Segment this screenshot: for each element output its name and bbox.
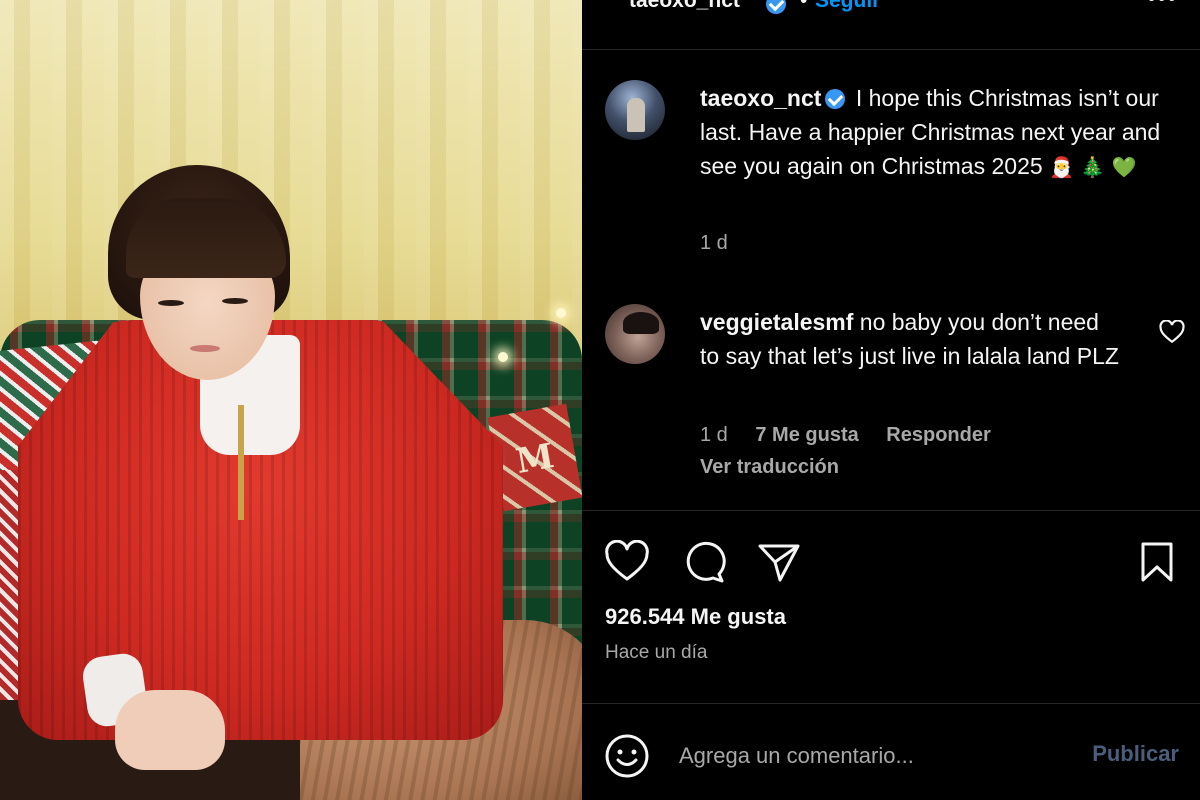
string-light [556, 308, 566, 318]
follow-button[interactable]: Seguir [815, 0, 880, 13]
save-bookmark-icon[interactable] [1134, 540, 1180, 584]
caption-timestamp[interactable]: 1 d [700, 232, 728, 255]
christmas-tree-emoji-icon: 🎄 [1080, 155, 1106, 179]
commenter-avatar[interactable] [605, 304, 665, 364]
post-caption: taeoxo_nct I hope this Christmas isn’t o… [700, 81, 1170, 184]
emoji-picker-icon[interactable] [604, 733, 650, 779]
stocking-letter: M [512, 436, 557, 482]
header-separator: • [800, 0, 808, 12]
owner-avatar[interactable] [605, 80, 665, 140]
santa-emoji-icon: 🎅 [1049, 155, 1074, 179]
person-hand [115, 690, 225, 770]
more-options-icon[interactable]: ••• [1147, 0, 1177, 13]
share-paper-plane-icon[interactable] [756, 540, 802, 584]
comment-like-heart-icon[interactable] [1159, 320, 1185, 344]
publish-button[interactable]: Publicar [1082, 741, 1179, 767]
sweater-zipper [238, 405, 244, 520]
comment-meta: 1 d 7 Me gusta Responder [700, 424, 1013, 447]
comment-username[interactable]: veggietalesmf [700, 309, 853, 335]
comment-likes-count[interactable]: 7 Me gusta [755, 424, 858, 446]
comment-timestamp[interactable]: 1 d [700, 424, 728, 446]
post-side-panel: taeoxo_nct • Seguir ••• taeoxo_nct I hop… [582, 0, 1200, 800]
divider [582, 510, 1200, 511]
caption-username[interactable]: taeoxo_nct [700, 85, 821, 111]
verified-badge-icon [766, 0, 786, 14]
see-translation-link[interactable]: Ver traducción [700, 456, 839, 479]
string-light [498, 352, 508, 362]
green-heart-emoji-icon: 💚 [1111, 155, 1137, 179]
person-eye [222, 298, 248, 304]
post-header: taeoxo_nct • Seguir ••• [582, 0, 1200, 50]
like-heart-icon[interactable] [604, 540, 650, 584]
post-image[interactable]: M [0, 0, 582, 800]
comment-input[interactable] [679, 737, 1069, 775]
verified-badge-icon [825, 89, 846, 109]
person-eye [158, 300, 184, 306]
header-username[interactable]: taeoxo_nct [629, 0, 740, 13]
comment-bubble-icon[interactable] [680, 540, 726, 584]
divider [582, 703, 1200, 704]
person-lips [190, 345, 220, 352]
likes-count[interactable]: 926.544 Me gusta [605, 604, 786, 630]
reply-button[interactable]: Responder [886, 424, 990, 446]
post-timestamp[interactable]: Hace un día [605, 642, 707, 664]
comment-body: veggietalesmf no baby you don’t need to … [700, 305, 1120, 373]
